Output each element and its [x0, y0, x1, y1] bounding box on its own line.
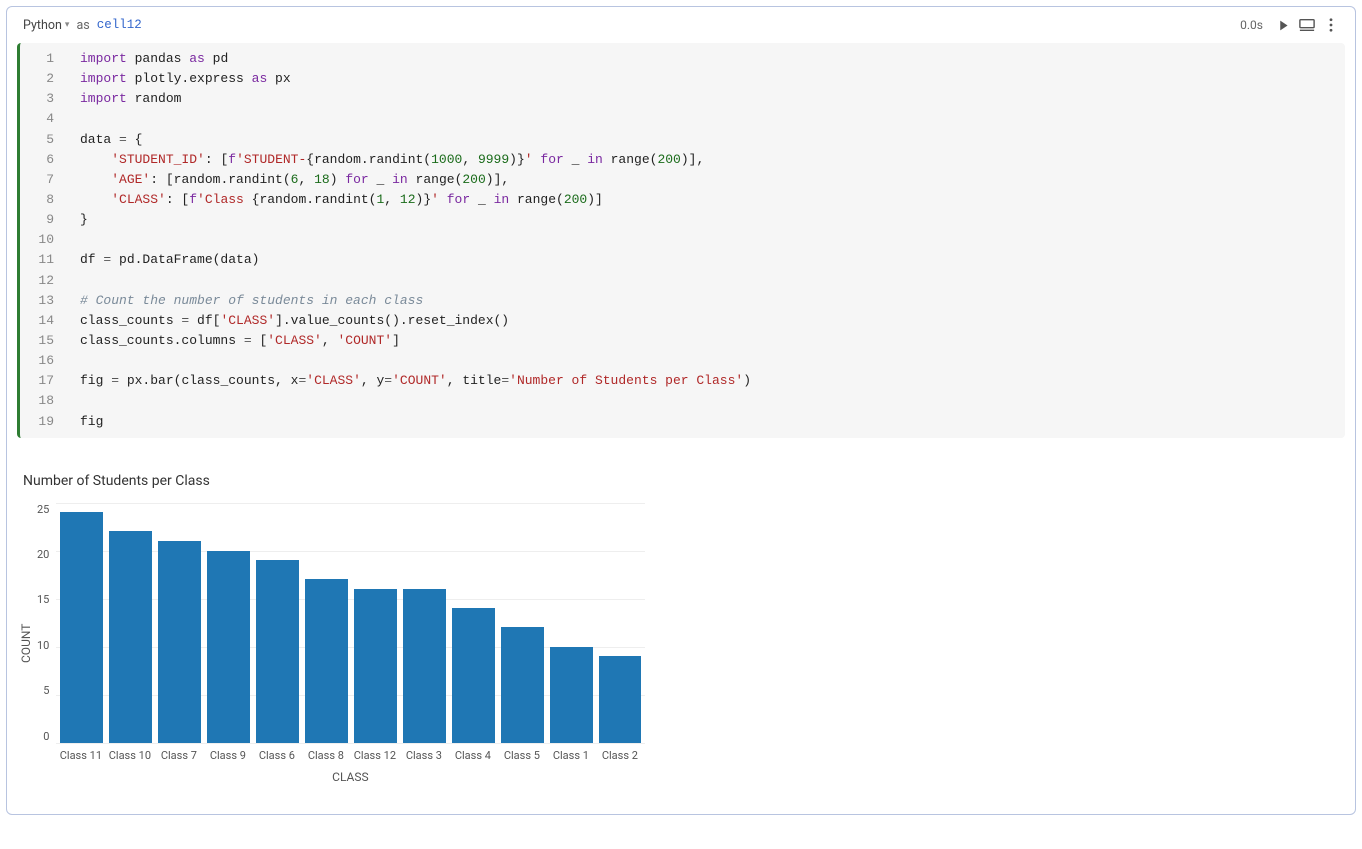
output-icon — [1299, 18, 1315, 32]
bar[interactable] — [354, 589, 397, 743]
language-selector[interactable]: Python ▾ — [23, 18, 69, 33]
cell-name[interactable]: cell12 — [97, 18, 142, 32]
bar[interactable] — [599, 656, 642, 742]
y-axis-ticks: 2520151050 — [35, 503, 55, 743]
notebook-cell: Python ▾ as cell12 0.0s 1234567891011121… — [6, 6, 1356, 815]
bar[interactable] — [158, 541, 201, 743]
code-content[interactable]: import pandas as pd import plotly.expres… — [60, 43, 1345, 438]
chevron-down-icon: ▾ — [65, 20, 70, 30]
y-axis-label: COUNT — [17, 503, 35, 784]
bars-container — [56, 503, 645, 743]
bar[interactable] — [403, 589, 446, 743]
kebab-icon — [1329, 18, 1333, 32]
play-icon — [1277, 19, 1290, 32]
bar[interactable] — [452, 608, 495, 742]
bar[interactable] — [256, 560, 299, 742]
bar[interactable] — [550, 647, 593, 743]
language-label: Python — [23, 18, 62, 33]
execution-time: 0.0s — [1240, 18, 1263, 32]
bar[interactable] — [305, 579, 348, 742]
bar-chart: COUNT 2520151050 Class 11Class 10Class 7… — [17, 503, 1345, 784]
bar[interactable] — [60, 512, 103, 742]
more-menu-button[interactable] — [1319, 13, 1343, 37]
as-label: as — [76, 18, 89, 33]
bar[interactable] — [207, 551, 250, 743]
cell-header: Python ▾ as cell12 0.0s — [7, 7, 1355, 43]
code-editor[interactable]: 12345678910111213141516171819 import pan… — [17, 43, 1345, 438]
bar[interactable] — [501, 627, 544, 742]
run-button[interactable] — [1271, 13, 1295, 37]
plot-area — [55, 503, 645, 743]
cell-output: Number of Students per Class COUNT 25201… — [7, 448, 1355, 814]
line-number-gutter: 12345678910111213141516171819 — [20, 43, 60, 438]
chart-title: Number of Students per Class — [23, 473, 1345, 489]
x-axis-label: CLASS — [55, 770, 645, 784]
output-toggle-button[interactable] — [1295, 13, 1319, 37]
x-axis-ticks: Class 11Class 10Class 7Class 9Class 6Cla… — [55, 743, 645, 762]
bar[interactable] — [109, 531, 152, 742]
